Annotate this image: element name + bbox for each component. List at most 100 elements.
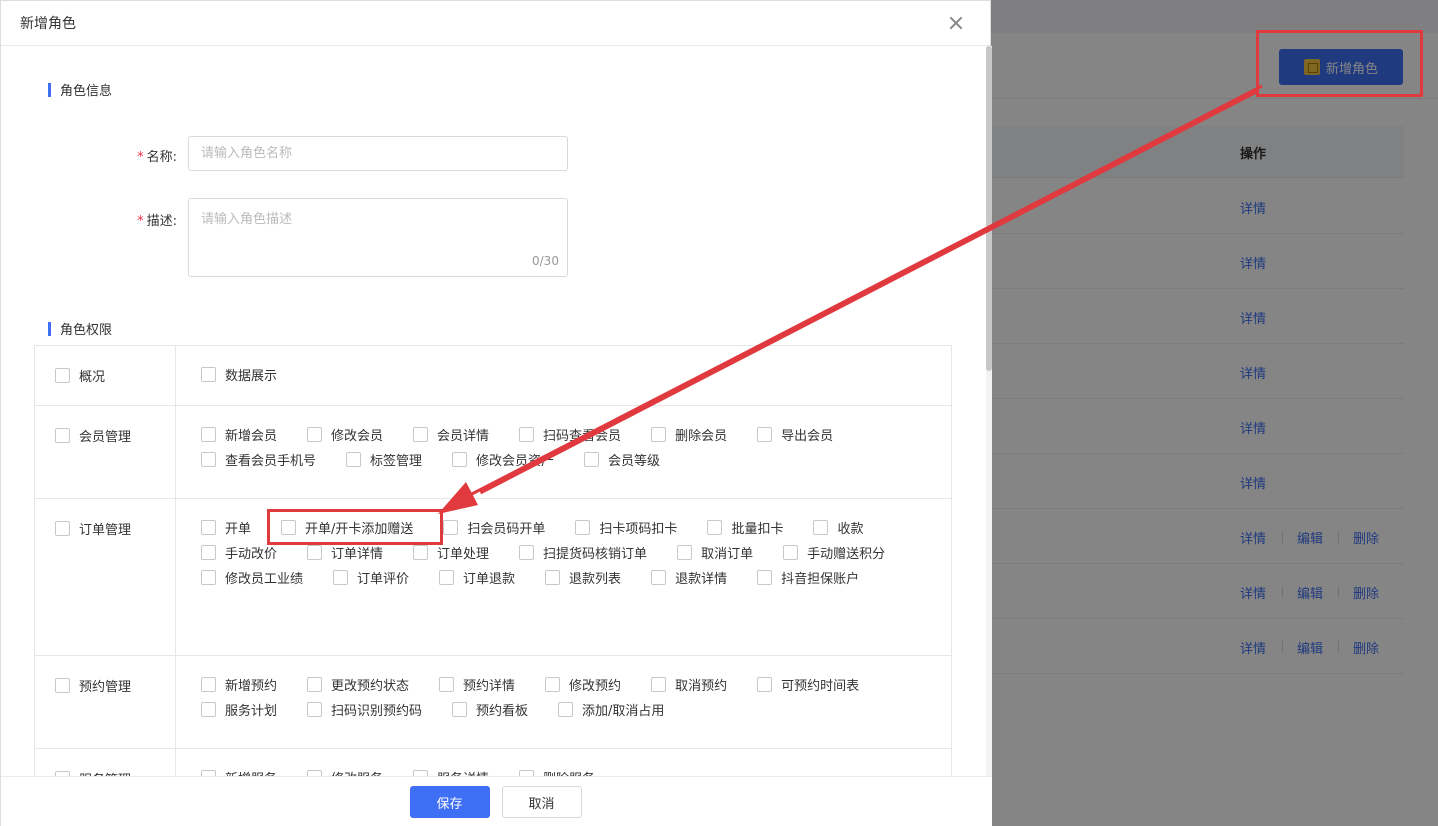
permission-items-cell: 新增预约 更改预约状态 预约详情 修改预约 取消预约 可预约时间表 服务计划 扫码识别预约码 预… xyxy=(176,656,951,748)
checkbox-box[interactable] xyxy=(651,676,667,692)
permission-category-label: 服务管理 xyxy=(79,769,131,776)
checkbox-box[interactable] xyxy=(452,451,468,467)
checkbox-box[interactable] xyxy=(307,544,323,560)
permission-table: 概况 数据展示 会员管理 新增会员 修改会员 会员详情 扫码查看会员 删除会员 导出会员 查看会员… xyxy=(34,345,952,776)
permission-checkbox[interactable]: 订单评价 xyxy=(333,561,409,593)
checkbox-box[interactable] xyxy=(575,519,591,535)
drawer-scrollbar[interactable] xyxy=(986,46,992,776)
name-input[interactable] xyxy=(188,136,568,171)
desc-label: * 描述: xyxy=(117,210,177,229)
permission-checkbox[interactable]: 扫码识别预约码 xyxy=(307,693,422,725)
desc-label-text: 描述: xyxy=(146,214,177,229)
checkbox-box[interactable] xyxy=(519,544,535,560)
section-accent-bar xyxy=(48,321,51,336)
checkbox-box[interactable] xyxy=(201,676,216,692)
checkbox-box[interactable] xyxy=(813,519,829,535)
checkbox-box[interactable] xyxy=(443,519,459,535)
permission-checkbox[interactable]: 标签管理 xyxy=(346,443,422,475)
permission-category-checkbox[interactable]: 会员管理 xyxy=(55,426,131,445)
close-icon[interactable] xyxy=(948,15,964,31)
permission-checkbox[interactable]: 添加/取消占用 xyxy=(558,693,664,725)
annotation-box-gift-permission xyxy=(267,509,443,545)
save-button[interactable]: 保存 xyxy=(409,786,490,818)
checkbox-box[interactable] xyxy=(651,569,667,585)
permission-checkbox[interactable]: 可预约时间表 xyxy=(757,668,859,700)
section-accent-bar xyxy=(48,82,51,97)
checkbox-box[interactable] xyxy=(545,676,561,692)
permission-checkbox[interactable]: 新增服务 xyxy=(201,761,277,776)
checkbox-box[interactable] xyxy=(757,676,773,692)
required-mark: * xyxy=(137,150,144,165)
checkbox-box[interactable] xyxy=(307,676,323,692)
permission-checkbox[interactable]: 预约看板 xyxy=(452,693,528,725)
checkbox-box[interactable] xyxy=(201,569,216,585)
checkbox-box[interactable] xyxy=(201,519,216,535)
drawer-footer: 保存 取消 xyxy=(1,776,992,826)
checkbox-box[interactable] xyxy=(201,451,216,467)
permission-category-checkbox[interactable]: 订单管理 xyxy=(55,519,131,538)
checkbox-box[interactable] xyxy=(558,701,574,717)
checkbox-box[interactable] xyxy=(651,426,667,442)
checkbox-box[interactable] xyxy=(677,544,693,560)
permission-checkbox[interactable]: 服务计划 xyxy=(201,693,277,725)
checkbox-box[interactable] xyxy=(55,678,70,693)
scroll-thumb[interactable] xyxy=(986,46,992,371)
permission-checkbox[interactable]: 修改员工业绩 xyxy=(201,561,303,593)
permission-label: 开单 xyxy=(225,521,252,537)
checkbox-box[interactable] xyxy=(413,544,429,560)
checkbox-box[interactable] xyxy=(55,428,70,443)
permission-checkbox[interactable]: 导出会员 xyxy=(757,418,833,450)
checkbox-box[interactable] xyxy=(413,426,429,442)
permission-checkbox[interactable]: 删除服务 xyxy=(519,761,595,776)
permission-category-label: 概况 xyxy=(79,370,106,385)
permission-checkbox[interactable]: 服务详情 xyxy=(413,761,489,776)
checkbox-box[interactable] xyxy=(201,366,216,382)
checkbox-box[interactable] xyxy=(333,569,349,585)
checkbox-box[interactable] xyxy=(439,569,455,585)
permission-checkbox[interactable]: 退款详情 xyxy=(651,561,727,593)
permission-checkbox[interactable]: 会员等级 xyxy=(584,443,660,475)
permission-checkbox[interactable]: 抖音担保账户 xyxy=(757,561,859,593)
checkbox-box[interactable] xyxy=(707,519,723,535)
checkbox-box[interactable] xyxy=(545,569,561,585)
checkbox-box[interactable] xyxy=(55,521,70,536)
checkbox-box[interactable] xyxy=(757,426,773,442)
permission-category-checkbox[interactable]: 概况 xyxy=(55,366,105,385)
desc-input[interactable] xyxy=(188,198,568,277)
permission-label: 修改会员资产 xyxy=(476,453,555,469)
checkbox-box[interactable] xyxy=(783,544,799,560)
checkbox-box[interactable] xyxy=(201,426,216,442)
permission-checkbox[interactable]: 订单退款 xyxy=(439,561,515,593)
permission-checkbox[interactable]: 查看会员手机号 xyxy=(201,443,316,475)
permission-category-checkbox[interactable]: 服务管理 xyxy=(55,769,131,776)
permission-checkbox[interactable]: 删除会员 xyxy=(651,418,727,450)
section-role-permission: 角色权限 xyxy=(48,319,112,338)
checkbox-box[interactable] xyxy=(307,701,323,717)
permission-label: 订单处理 xyxy=(437,546,490,562)
permission-checkbox[interactable]: 数据展示 xyxy=(201,358,277,390)
permission-label: 扫码识别预约码 xyxy=(331,703,423,719)
permission-label: 查看会员手机号 xyxy=(225,453,317,469)
permission-label: 取消预约 xyxy=(675,678,728,694)
permission-label: 退款详情 xyxy=(675,571,728,587)
checkbox-box[interactable] xyxy=(519,426,535,442)
checkbox-box[interactable] xyxy=(584,451,600,467)
checkbox-box[interactable] xyxy=(757,569,773,585)
permission-checkbox[interactable]: 修改会员资产 xyxy=(452,443,554,475)
permission-category-checkbox[interactable]: 预约管理 xyxy=(55,676,131,695)
checkbox-box[interactable] xyxy=(307,426,323,442)
checkbox-box[interactable] xyxy=(452,701,468,717)
checkbox-box[interactable] xyxy=(55,368,70,383)
permission-checkbox[interactable]: 修改服务 xyxy=(307,761,383,776)
permission-checkbox[interactable]: 退款列表 xyxy=(545,561,621,593)
checkbox-box[interactable] xyxy=(201,701,216,717)
cancel-button[interactable]: 取消 xyxy=(501,786,582,818)
permission-label: 手动赠送积分 xyxy=(807,546,886,562)
permission-label: 删除会员 xyxy=(675,428,728,444)
checkbox-box[interactable] xyxy=(439,676,455,692)
permission-label: 修改预约 xyxy=(569,678,622,694)
checkbox-box[interactable] xyxy=(201,544,216,560)
checkbox-box[interactable] xyxy=(346,451,362,467)
permission-label: 订单退款 xyxy=(463,571,516,587)
permission-label: 预约详情 xyxy=(463,678,516,694)
